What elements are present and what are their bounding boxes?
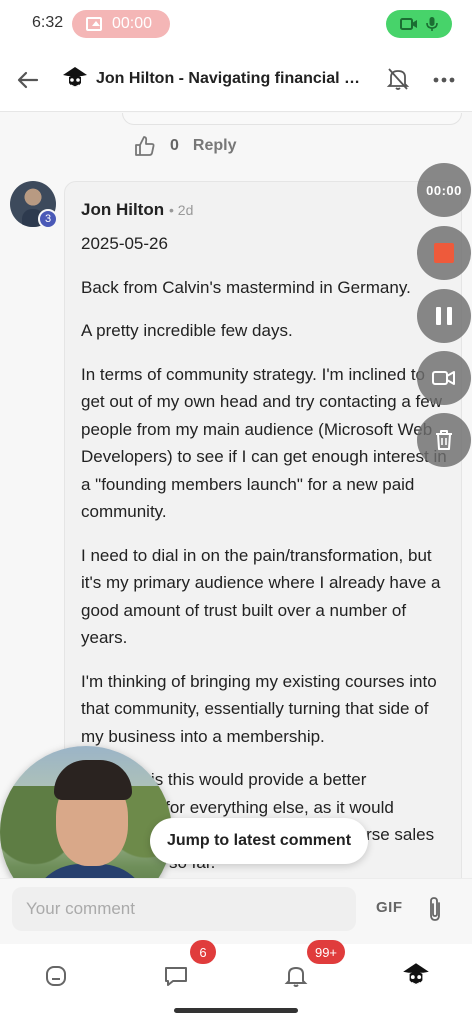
post-age: • 2d (169, 202, 194, 218)
bell-muted-icon (386, 68, 410, 90)
topic-avatar-icon (63, 67, 87, 88)
screen-record-icon (86, 17, 102, 31)
stop-icon (434, 243, 454, 263)
webcam-hair (54, 760, 132, 800)
stop-recording-button[interactable] (417, 226, 471, 280)
nav-notifications[interactable] (276, 956, 316, 996)
jump-to-latest-button[interactable]: Jump to latest comment (150, 818, 368, 864)
chat-unread-badge: 6 (190, 940, 216, 964)
gif-button[interactable]: GIF (376, 899, 403, 916)
video-camera-icon (400, 18, 417, 30)
nav-profile[interactable] (396, 956, 436, 996)
screen-recording-pill[interactable]: 00:00 (72, 10, 170, 38)
previous-post-card (122, 113, 462, 125)
topic-title[interactable]: Jon Hilton - Navigating financial pr... (96, 70, 364, 88)
like-icon[interactable] (134, 135, 156, 157)
comment-composer: GIF (0, 878, 472, 944)
back-button[interactable] (14, 66, 42, 94)
discard-recording-button[interactable] (417, 413, 471, 467)
more-options-button[interactable] (432, 70, 456, 90)
post-paragraph: I need to dial in on the pain/transforma… (81, 545, 441, 648)
paperclip-icon (430, 897, 440, 921)
status-time: 6:32 (32, 14, 64, 31)
home-indicator[interactable] (174, 1008, 298, 1013)
post-author[interactable]: Jon Hilton (81, 200, 164, 220)
bell-icon (284, 966, 308, 987)
pause-recording-button[interactable] (417, 289, 471, 343)
post-paragraph: 2025-05-26 (81, 234, 168, 253)
recording-timer: 00:00 (112, 15, 153, 32)
post-paragraph: A pretty incredible few days. (81, 321, 293, 340)
camera-icon (432, 371, 455, 385)
comment-input[interactable] (12, 887, 356, 931)
topic-header: Jon Hilton - Navigating financial pr... (0, 48, 472, 112)
nav-chat[interactable] (156, 956, 196, 996)
notifications-unread-badge: 99+ (307, 940, 345, 964)
microphone-icon (426, 17, 438, 31)
back-arrow-icon (17, 71, 39, 89)
previous-post-actions: 0 Reply (134, 135, 236, 157)
camera-mic-indicator[interactable] (386, 10, 452, 38)
reply-button[interactable]: Reply (193, 137, 237, 155)
post-paragraph: Back from Calvin's mastermind in Germany… (81, 277, 411, 297)
toggle-camera-button[interactable] (417, 351, 471, 405)
like-count: 0 (170, 137, 179, 154)
notification-level-button[interactable] (386, 66, 412, 94)
avatar-badge: 3 (38, 209, 58, 229)
recorder-timer: 00:00 (417, 163, 471, 217)
attach-button[interactable] (424, 895, 446, 923)
status-bar: 6:32 00:00 (0, 0, 472, 48)
post-paragraph: I'm thinking of bringing my existing cou… (81, 671, 437, 746)
trash-icon (436, 430, 452, 450)
home-icon (46, 966, 66, 986)
post-age-value: 2d (177, 202, 194, 218)
pause-icon (436, 307, 452, 325)
profile-avatar-icon (403, 963, 429, 986)
more-icon (433, 77, 455, 83)
nav-home[interactable] (36, 956, 76, 996)
topic-avatar[interactable] (60, 64, 90, 94)
chat-icon (165, 967, 187, 986)
post-paragraph: In terms of community strategy. I'm incl… (81, 364, 447, 522)
